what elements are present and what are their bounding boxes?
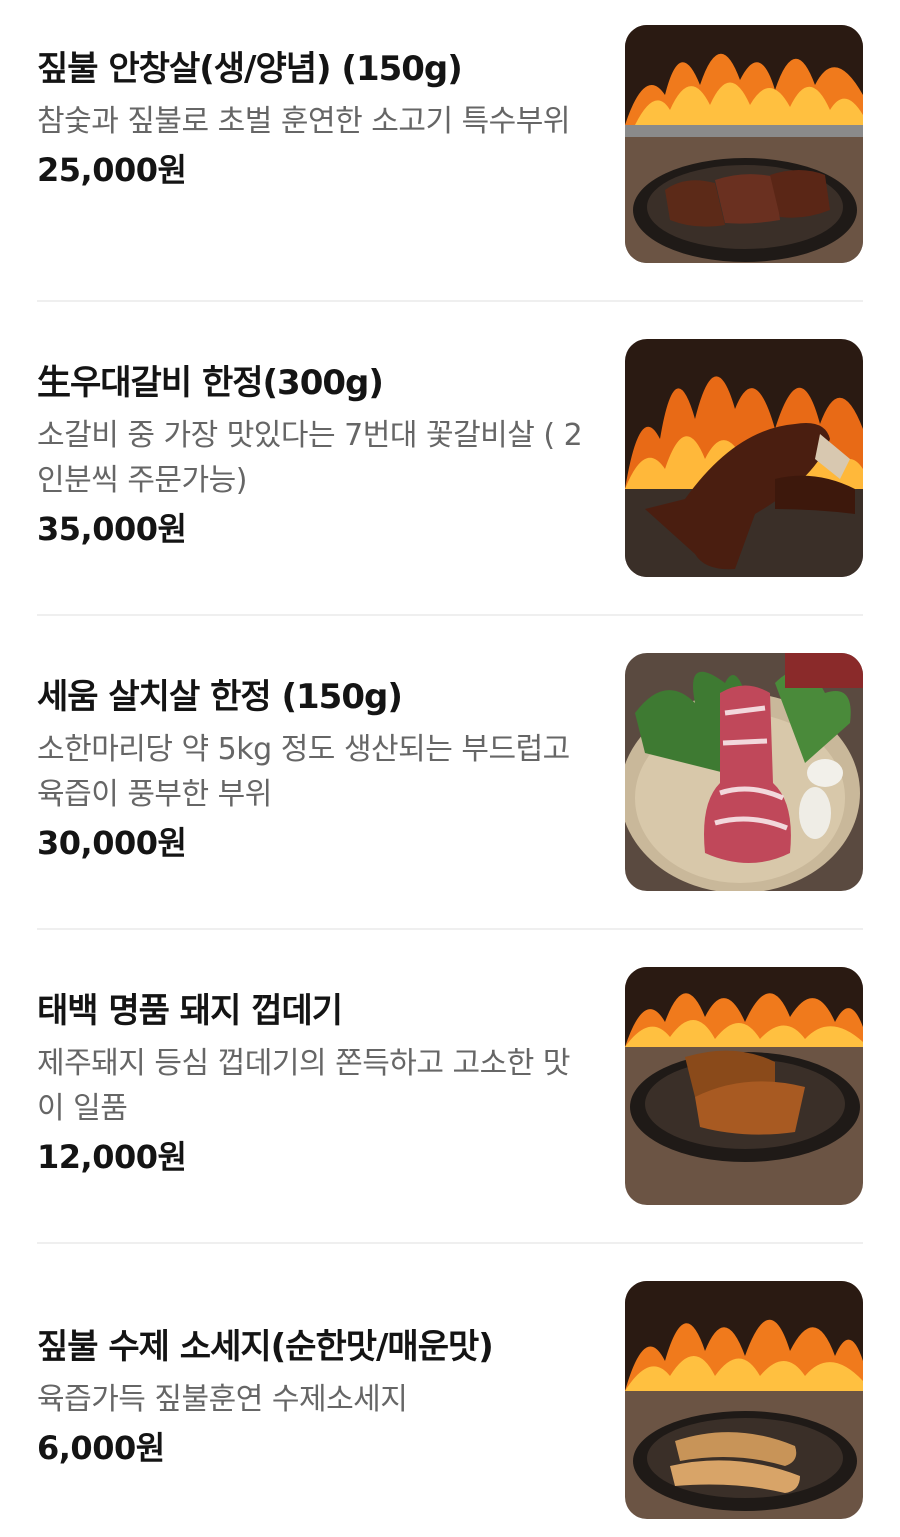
menu-item-description: 참숯과 짚불로 초벌 훈연한 소고기 특수부위 (37, 104, 570, 139)
menu-item-price: 30,000원 (37, 824, 187, 862)
menu-item-name: 짚불 수제 소세지(순한맛/매운맛) (37, 1327, 494, 1367)
menu-item[interactable]: 세움 살치살 한정 (150g) 소한마리당 약 5kg 정도 생산되는 부드럽… (37, 653, 863, 891)
menu-item-price: 35,000원 (37, 510, 187, 548)
menu-item-text: 태백 명품 돼지 껍데기 제주돼지 등심 껍데기의 쫀득하고 고소한 맛이 일품… (37, 989, 597, 1177)
divider (37, 300, 863, 302)
menu-item[interactable]: 生우대갈비 한정(300g) 소갈비 중 가장 맛있다는 7번대 꽃갈비살 ( … (37, 339, 863, 577)
menu-item-text: 生우대갈비 한정(300g) 소갈비 중 가장 맛있다는 7번대 꽃갈비살 ( … (37, 361, 597, 549)
pork-skin-photo[interactable] (625, 967, 863, 1205)
menu-item-name: 生우대갈비 한정(300g) (37, 363, 384, 403)
menu-item-name: 세움 살치살 한정 (150g) (37, 677, 403, 717)
menu-item-description: 소갈비 중 가장 맛있다는 7번대 꽃갈비살 ( 2인분씩 주문가능) (37, 418, 583, 498)
sausage-photo[interactable] (625, 1281, 863, 1519)
menu-list: 짚불 안창살(생/양념) (150g) 참숯과 짚불로 초벌 훈연한 소고기 특… (0, 0, 900, 1537)
grilled-beef-photo[interactable] (625, 25, 863, 263)
menu-item-text: 세움 살치살 한정 (150g) 소한마리당 약 5kg 정도 생산되는 부드럽… (37, 675, 597, 863)
menu-item-description: 육즙가득 짚불훈연 수제소세지 (37, 1382, 408, 1417)
menu-item-name: 태백 명품 돼지 껍데기 (37, 991, 343, 1031)
menu-item-name: 짚불 안창살(생/양념) (150g) (37, 49, 463, 89)
raw-chuck-flap-photo[interactable] (625, 653, 863, 891)
menu-item-price: 6,000원 (37, 1429, 165, 1467)
menu-item-description: 소한마리당 약 5kg 정도 생산되는 부드럽고 육즙이 풍부한 부위 (37, 732, 570, 812)
divider (37, 1242, 863, 1244)
menu-item[interactable]: 태백 명품 돼지 껍데기 제주돼지 등심 껍데기의 쫀득하고 고소한 맛이 일품… (37, 967, 863, 1205)
divider (37, 614, 863, 616)
menu-item[interactable]: 짚불 수제 소세지(순한맛/매운맛) 육즙가득 짚불훈연 수제소세지 6,000… (37, 1281, 863, 1519)
menu-item[interactable]: 짚불 안창살(생/양념) (150g) 참숯과 짚불로 초벌 훈연한 소고기 특… (37, 25, 863, 263)
menu-item-price: 25,000원 (37, 151, 187, 189)
beef-rib-photo[interactable] (625, 339, 863, 577)
menu-item-text: 짚불 수제 소세지(순한맛/매운맛) 육즙가득 짚불훈연 수제소세지 6,000… (37, 1325, 597, 1468)
menu-item-text: 짚불 안창살(생/양념) (150g) 참숯과 짚불로 초벌 훈연한 소고기 특… (37, 47, 597, 190)
divider (37, 928, 863, 930)
menu-item-description: 제주돼지 등심 껍데기의 쫀득하고 고소한 맛이 일품 (37, 1046, 570, 1126)
menu-item-price: 12,000원 (37, 1138, 187, 1176)
